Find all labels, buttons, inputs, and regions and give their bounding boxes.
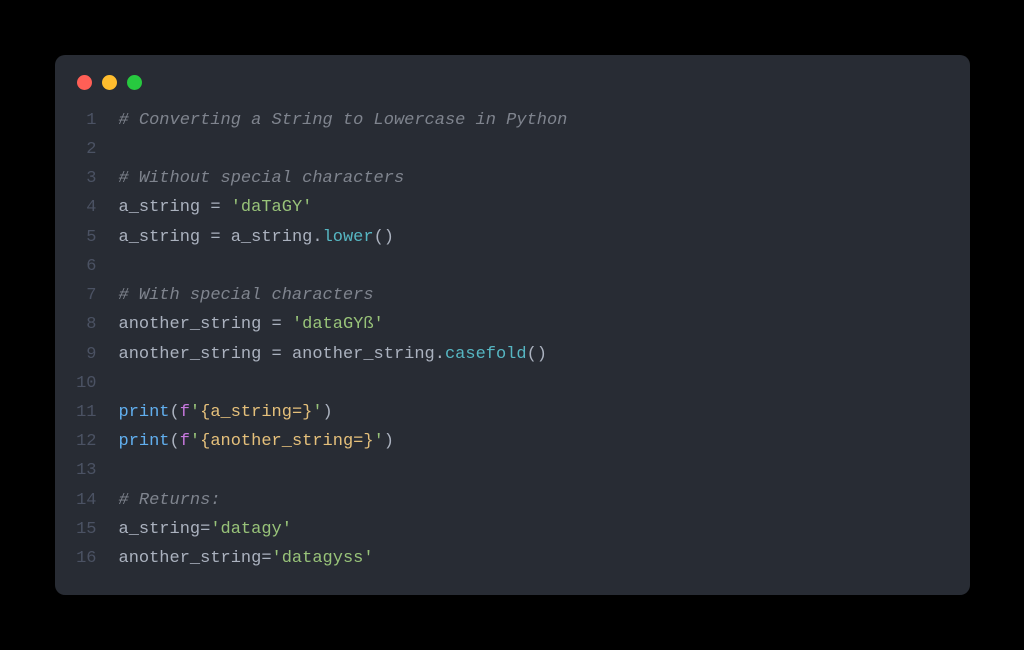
token-str: ' xyxy=(374,432,384,451)
line-number: 7 xyxy=(55,281,119,310)
code-content: print(f'{another_string=}') xyxy=(119,427,394,456)
code-line: 15a_string='datagy' xyxy=(55,515,970,544)
code-line: 6 xyxy=(55,252,970,281)
minimize-icon[interactable] xyxy=(102,75,117,90)
window-titlebar xyxy=(55,73,970,106)
token-fplaceholder: {a_string=} xyxy=(200,403,312,422)
token-comment: # With special characters xyxy=(119,286,374,305)
token-op: = xyxy=(200,228,231,247)
code-content: another_string = 'dataGYß' xyxy=(119,310,384,339)
code-content: a_string = a_string.lower() xyxy=(119,223,394,252)
line-number: 12 xyxy=(55,427,119,456)
line-number: 11 xyxy=(55,398,119,427)
code-content: # Converting a String to Lowercase in Py… xyxy=(119,106,568,135)
token-fn: print xyxy=(119,403,170,422)
code-line: 14# Returns: xyxy=(55,486,970,515)
token-comment: # Returns: xyxy=(119,491,221,510)
token-fnname: casefold xyxy=(445,345,527,364)
token-op: = xyxy=(200,520,210,539)
token-op: = xyxy=(261,315,292,334)
line-number: 6 xyxy=(55,252,119,281)
token-var: a_string xyxy=(231,228,313,247)
line-number: 10 xyxy=(55,369,119,398)
code-line: 4a_string = 'daTaGY' xyxy=(55,193,970,222)
token-punc: . xyxy=(312,228,322,247)
code-content: a_string='datagy' xyxy=(119,515,292,544)
code-content: another_string = another_string.casefold… xyxy=(119,340,548,369)
token-punc: ( xyxy=(170,432,180,451)
token-var: another_string xyxy=(119,549,262,568)
line-number: 9 xyxy=(55,340,119,369)
token-punc: ( xyxy=(170,403,180,422)
token-var: a_string xyxy=(119,228,201,247)
token-str: ' xyxy=(190,432,200,451)
token-fprefix: f xyxy=(180,403,190,422)
code-content xyxy=(119,252,129,281)
line-number: 15 xyxy=(55,515,119,544)
code-content: # With special characters xyxy=(119,281,374,310)
code-line: 3# Without special characters xyxy=(55,164,970,193)
token-var: another_string xyxy=(119,315,262,334)
code-line: 1# Converting a String to Lowercase in P… xyxy=(55,106,970,135)
token-str: 'datagyss' xyxy=(272,549,374,568)
code-line: 9another_string = another_string.casefol… xyxy=(55,340,970,369)
token-fn: print xyxy=(119,432,170,451)
code-line: 10 xyxy=(55,369,970,398)
code-content xyxy=(119,135,129,164)
token-var: another_string xyxy=(292,345,435,364)
code-line: 13 xyxy=(55,456,970,485)
token-op: = xyxy=(261,549,271,568)
token-var: a_string xyxy=(119,198,201,217)
code-content xyxy=(119,456,129,485)
line-number: 13 xyxy=(55,456,119,485)
code-line: 12print(f'{another_string=}') xyxy=(55,427,970,456)
maximize-icon[interactable] xyxy=(127,75,142,90)
line-number: 14 xyxy=(55,486,119,515)
token-fnname: lower xyxy=(323,228,374,247)
token-str: ' xyxy=(312,403,322,422)
token-str: 'daTaGY' xyxy=(231,198,313,217)
token-str: 'datagy' xyxy=(210,520,292,539)
code-line: 5a_string = a_string.lower() xyxy=(55,223,970,252)
code-editor: 1# Converting a String to Lowercase in P… xyxy=(55,106,970,574)
line-number: 4 xyxy=(55,193,119,222)
token-punc: . xyxy=(435,345,445,364)
line-number: 3 xyxy=(55,164,119,193)
token-str: 'dataGYß' xyxy=(292,315,384,334)
line-number: 5 xyxy=(55,223,119,252)
token-punc: () xyxy=(374,228,394,247)
code-line: 11print(f'{a_string=}') xyxy=(55,398,970,427)
code-content: # Without special characters xyxy=(119,164,405,193)
token-var: another_string xyxy=(119,345,262,364)
code-line: 16another_string='datagyss' xyxy=(55,544,970,573)
code-content xyxy=(119,369,129,398)
code-content: # Returns: xyxy=(119,486,221,515)
token-punc: ) xyxy=(323,403,333,422)
close-icon[interactable] xyxy=(77,75,92,90)
token-op: = xyxy=(200,198,231,217)
line-number: 8 xyxy=(55,310,119,339)
token-comment: # Without special characters xyxy=(119,169,405,188)
token-fprefix: f xyxy=(180,432,190,451)
code-content: print(f'{a_string=}') xyxy=(119,398,333,427)
code-content: another_string='datagyss' xyxy=(119,544,374,573)
line-number: 1 xyxy=(55,106,119,135)
token-op: = xyxy=(261,345,292,364)
token-var: a_string xyxy=(119,520,201,539)
code-window: 1# Converting a String to Lowercase in P… xyxy=(55,55,970,596)
line-number: 16 xyxy=(55,544,119,573)
code-line: 2 xyxy=(55,135,970,164)
token-punc: ) xyxy=(384,432,394,451)
token-fplaceholder: {another_string=} xyxy=(200,432,373,451)
token-punc: () xyxy=(527,345,547,364)
code-line: 7# With special characters xyxy=(55,281,970,310)
token-str: ' xyxy=(190,403,200,422)
line-number: 2 xyxy=(55,135,119,164)
code-line: 8another_string = 'dataGYß' xyxy=(55,310,970,339)
code-content: a_string = 'daTaGY' xyxy=(119,193,313,222)
token-comment: # Converting a String to Lowercase in Py… xyxy=(119,111,568,130)
